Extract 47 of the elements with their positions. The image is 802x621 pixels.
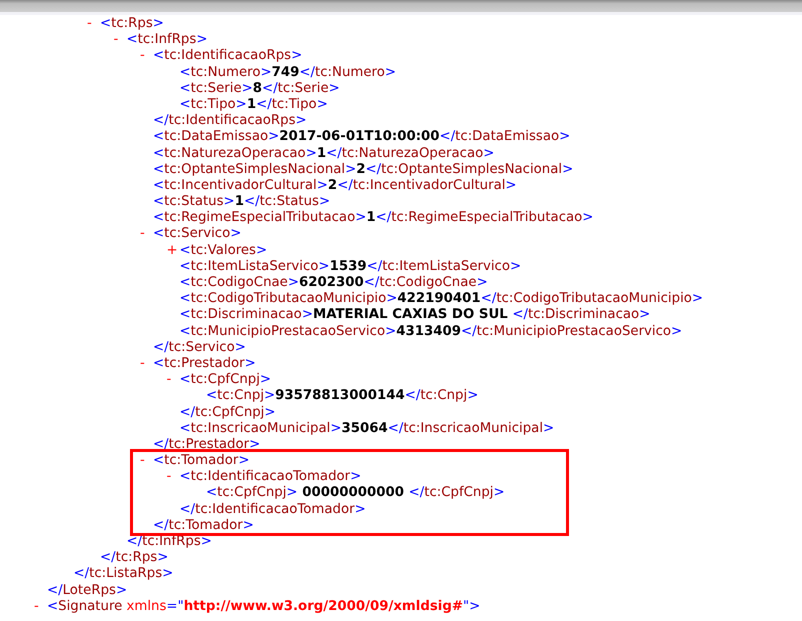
toggle-button[interactable]: + [166, 242, 180, 259]
xml-line: <tc:RegimeEspecialTributacao>1</tc:RegimeEspecialTributacao> [153, 210, 594, 226]
xml-line: <tc:IdentificacaoTomador> [180, 469, 362, 486]
xml-line: </tc:Servico> [153, 340, 246, 356]
xml-line: <tc:OptanteSimplesNacional>2</tc:OptanteSimplesNacional> [153, 162, 574, 178]
toggle-button[interactable]: - [140, 226, 153, 243]
xml-line: <tc:Cnpj>93578813000144</tc:Cnpj> [206, 388, 478, 404]
xml-line: <tc:IncentivadorCultural>2</tc:IncentivadorCultural> [153, 178, 517, 194]
toggle-button[interactable]: - [166, 372, 180, 388]
toggle-button[interactable]: - [114, 32, 126, 48]
xml-line: <tc:InfRps> [126, 32, 208, 48]
xml-line: <tc:CodigoCnae>6202300</tc:CodigoCnae> [180, 275, 488, 292]
xml-line: <Signature xmlns="http://www.w3.org/2000/09/xmldsig#"> [47, 598, 480, 615]
xml-line: <tc:CodigoTributacaoMunicipio>422190401</tc:CodigoTributacaoMunicipio> [180, 291, 704, 308]
xml-line: <tc:DataEmissao>2017-06-01T10:00:00</tc:DataEmissao> [153, 129, 570, 146]
xml-line: <tc:Valores> [180, 242, 268, 259]
xml-line: </LoteRps> [47, 582, 128, 599]
xml-line: <tc:Discriminacao>MATERIAL CAXIAS DO SUL </tc:Discriminacao> [180, 307, 650, 324]
toggle-button[interactable]: - [87, 16, 100, 32]
xml-line: <tc:Tomador> [153, 453, 250, 470]
xml-line: <tc:CpfCnpj> [180, 372, 272, 388]
xml-line: </tc:Tomador> [153, 518, 254, 534]
xml-line: <tc:Numero>749</tc:Numero> [180, 64, 396, 81]
xml-line: </tc:InfRps> [126, 534, 212, 550]
toggle-button[interactable]: - [140, 453, 153, 470]
toggle-button[interactable]: - [34, 598, 47, 615]
toggle-button[interactable]: - [140, 48, 153, 65]
xml-line: <tc:Status>1</tc:Status> [153, 194, 330, 210]
xml-line: </tc:Prestador> [153, 436, 260, 454]
xml-line: </tc:IdentificacaoTomador> [180, 502, 366, 518]
xml-line: <tc:IdentificacaoRps> [153, 48, 302, 65]
xml-line: <tc:MunicipioPrestacaoServico>4313409</tc:MunicipioPrestacaoServico> [180, 324, 682, 340]
xml-line: </tc:CpfCnpj> [180, 404, 276, 421]
xml-line: <tc:Servico> [153, 226, 242, 243]
xml-line: </tc:IdentificacaoRps> [153, 113, 307, 130]
xml-line: <tc:CpfCnpj> 00000000000 </tc:CpfCnpj> [206, 485, 505, 502]
toggle-button[interactable]: - [166, 469, 180, 486]
xml-line: <tc:Prestador> [153, 356, 256, 372]
xml-line: </tc:ListaRps> [74, 566, 174, 583]
xml-line: <tc:Tipo>1</tc:Tipo> [180, 96, 328, 114]
xml-line: <tc:Rps> [100, 16, 164, 32]
xml-line: <tc:ItemListaServico>1539</tc:ItemListaServico> [180, 258, 522, 275]
xml-line: <tc:Serie>8</tc:Serie> [180, 80, 340, 97]
toggle-button[interactable]: - [140, 356, 153, 372]
xml-line: <tc:InscricaoMunicipal>35064</tc:InscricaoMunicipal> [180, 420, 554, 437]
xml-line: <tc:NaturezaOperacao>1</tc:NaturezaOperacao> [153, 146, 494, 162]
xml-line: </tc:Rps> [100, 550, 168, 566]
